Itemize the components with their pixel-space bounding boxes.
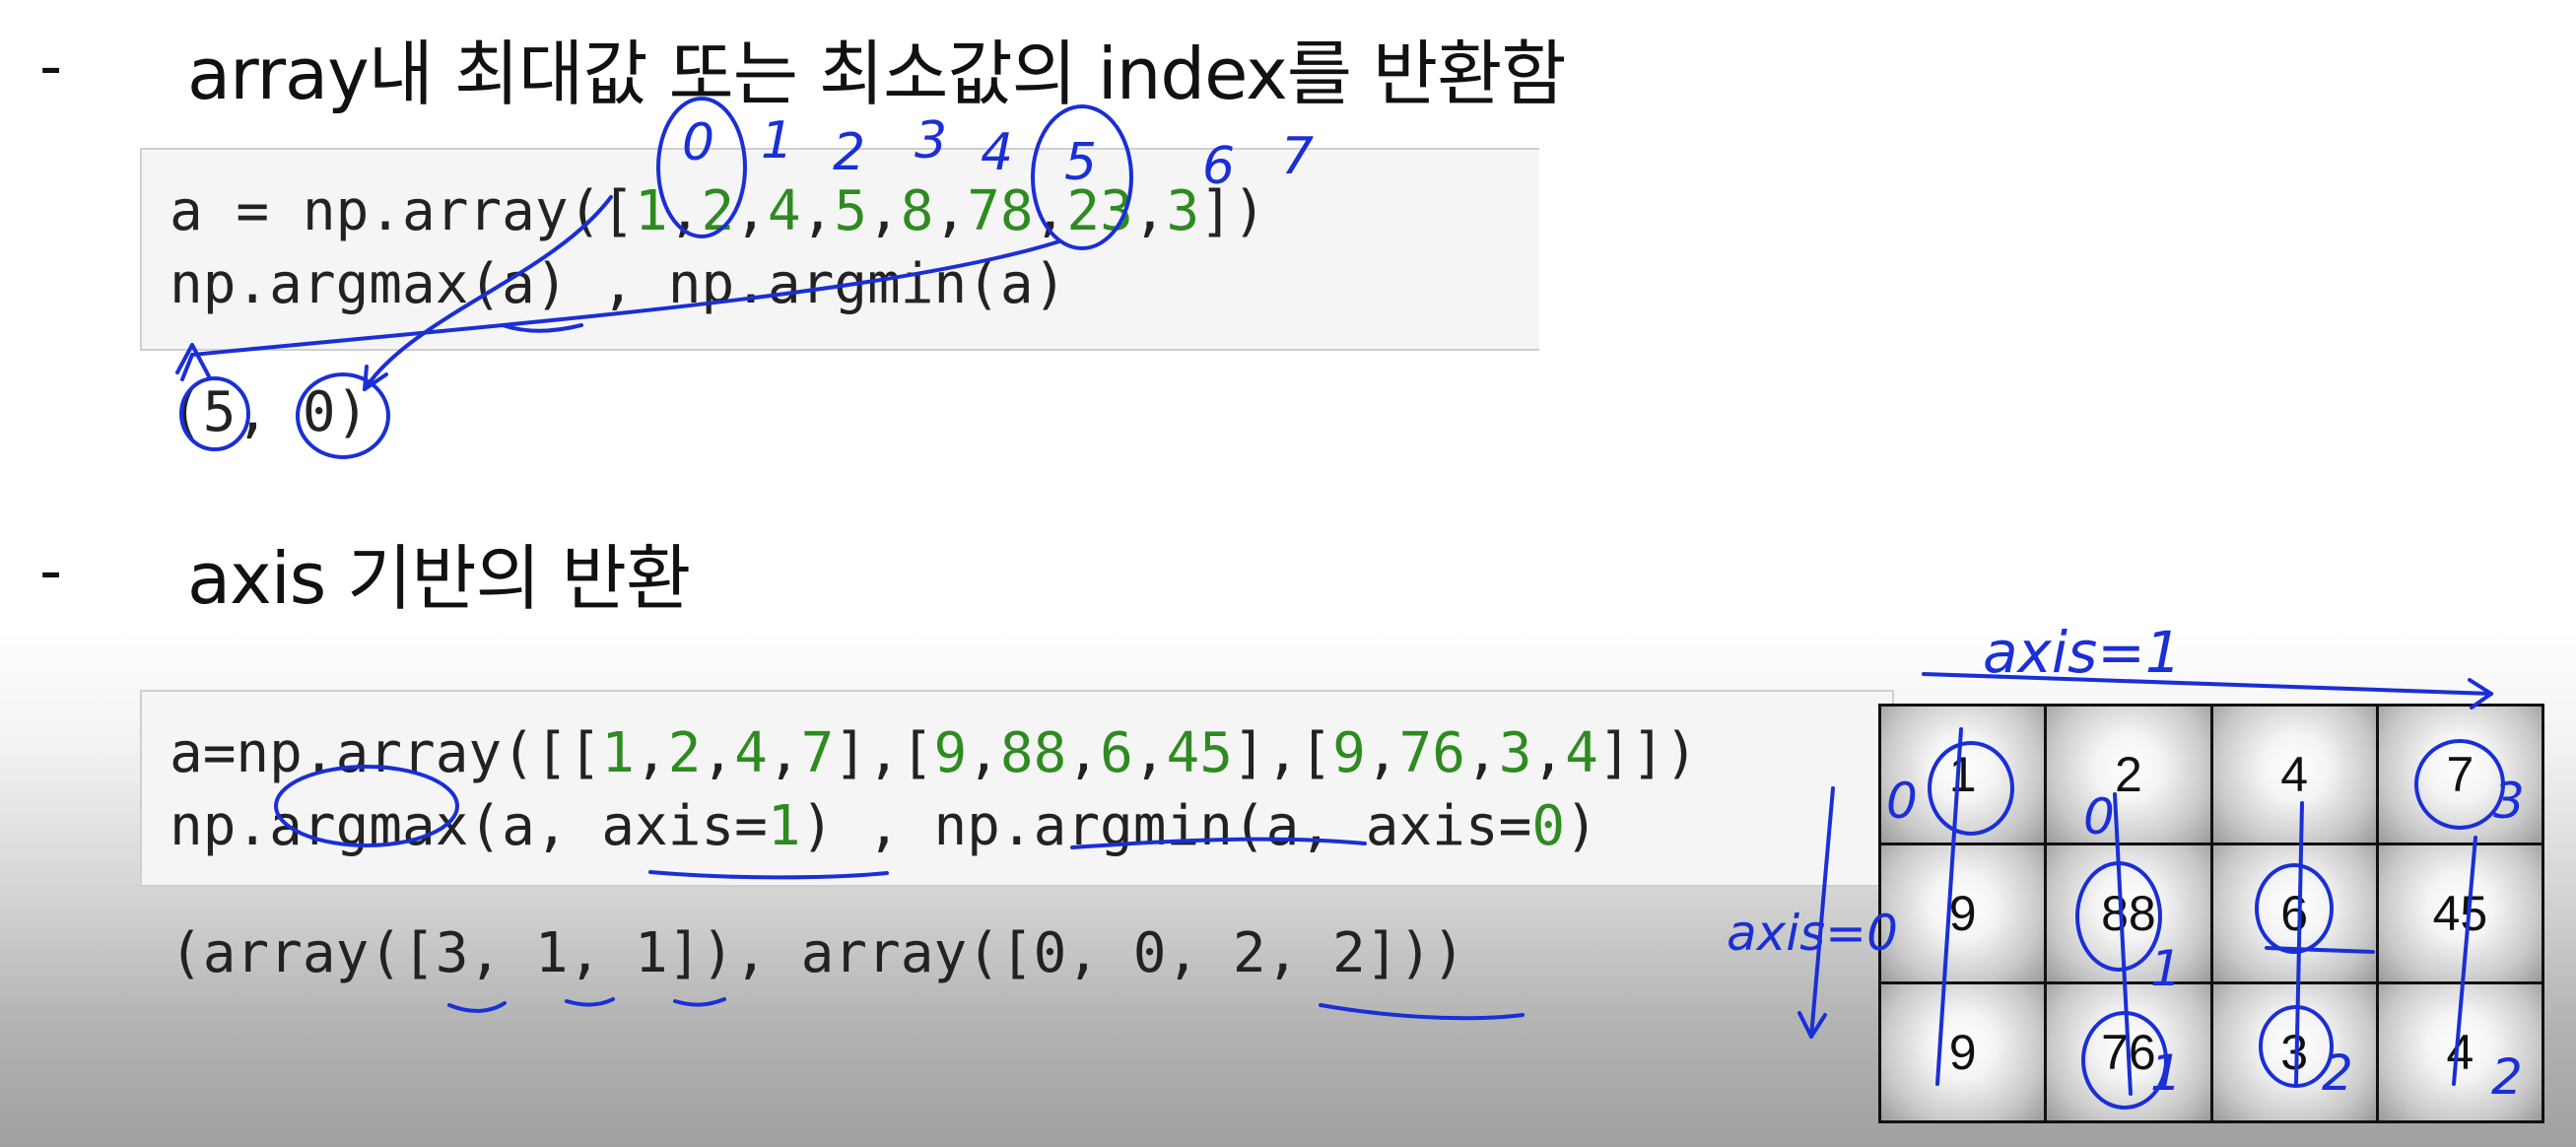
column-line [2294, 801, 2304, 1086]
col-mark: 1 [2150, 1045, 2182, 1102]
underline-mark [673, 997, 726, 1007]
index-labels: 0 1 2 3 4 5 6 7 [682, 111, 1314, 196]
arrow-mark [363, 195, 613, 391]
circle-mark [274, 765, 459, 847]
underline-mark [565, 997, 615, 1007]
axis0-label: axis=0 [1727, 905, 1898, 962]
circle-mark [296, 372, 390, 459]
row-mark: 0 [1886, 773, 1918, 830]
underline-mark [447, 1001, 507, 1013]
underline-mark [1319, 1003, 1525, 1021]
arrowhead-mark [175, 343, 211, 378]
column-line [2452, 836, 2477, 1086]
index-label: 4 [981, 123, 1013, 182]
circle-mark [2414, 739, 2505, 830]
arrow-mark [180, 239, 1061, 381]
underline-mark [1070, 837, 1367, 849]
col-mark: 0 [2083, 788, 2115, 845]
column-line [2113, 792, 2133, 1096]
index-label: 0 [682, 113, 714, 172]
circle-mark [179, 376, 250, 451]
index-label: 6 [1202, 137, 1235, 196]
index-label: 1 [761, 111, 793, 170]
underline-mark [501, 323, 583, 333]
underline-mark [648, 870, 889, 880]
column-line [1935, 727, 1963, 1086]
handwritten-annotations: 0 1 2 3 4 5 6 7 axis=1 axis=0 0 0 1 1 2 … [175, 97, 2525, 1110]
circle-mark [2255, 863, 2334, 954]
circle-mark [1928, 741, 2014, 836]
col-mark: 2 [2322, 1045, 2353, 1102]
index-label: 7 [1281, 127, 1314, 186]
index-label: 3 [915, 111, 947, 170]
row-mark: 2 [2491, 1048, 2523, 1106]
col-mark: 1 [2150, 940, 2182, 997]
row-mark: 3 [2493, 773, 2525, 830]
index-label: 5 [1064, 133, 1097, 192]
index-label: 2 [833, 123, 865, 182]
